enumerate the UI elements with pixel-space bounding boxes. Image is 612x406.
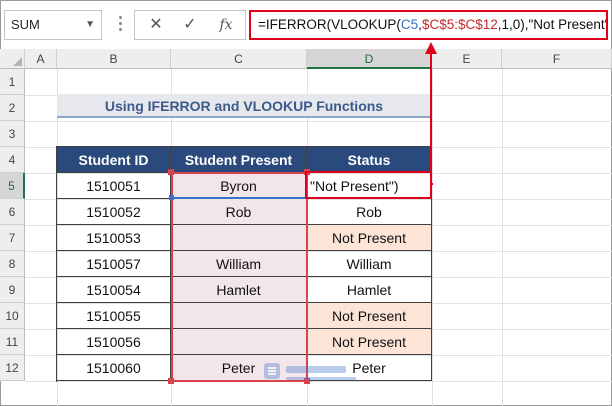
row-header-12[interactable]: 12 (0, 355, 25, 381)
table-cell-status[interactable]: William (307, 251, 432, 277)
range-handle[interactable] (168, 378, 174, 384)
table-header-student-present: Student Present (171, 147, 307, 173)
arrow-head-icon (425, 42, 437, 54)
active-cell-highlight (305, 171, 432, 199)
column-header-e[interactable]: E (432, 49, 502, 69)
column-header-c[interactable]: C (171, 49, 307, 69)
row-header-6[interactable]: 6 (0, 199, 25, 225)
name-box-value: SUM (11, 17, 40, 32)
table-cell-status[interactable]: Rob (307, 199, 432, 225)
row-header-9[interactable]: 9 (0, 277, 25, 303)
table-cell-status[interactable]: Not Present (307, 225, 432, 251)
table-cell-id[interactable]: 1510053 (57, 225, 171, 251)
formula-ref-cell: C5 (400, 17, 419, 32)
formula-prefix: =IFERROR(VLOOKUP( (258, 17, 401, 32)
table-cell-id[interactable]: 1510055 (57, 303, 171, 329)
row-header-10[interactable]: 10 (0, 303, 25, 329)
formula-input[interactable]: =IFERROR(VLOOKUP(C5,$C$5:$C$12,1,0),"Not… (249, 10, 608, 40)
column-header-d[interactable]: D (307, 49, 432, 69)
column-header-b[interactable]: B (57, 49, 171, 69)
table-cell-status[interactable]: Hamlet (307, 277, 432, 303)
formula-ref-range: $C$5:$C$12 (421, 17, 498, 32)
cancel-icon[interactable]: ✕ (141, 11, 171, 39)
exceldemy-logo-icon (264, 363, 356, 380)
column-header-a[interactable]: A (25, 49, 57, 69)
row-header-4[interactable]: 4 (0, 147, 25, 173)
select-all-corner[interactable] (0, 49, 25, 69)
connector-line (432, 183, 433, 185)
gridline (25, 121, 612, 122)
table-header-status: Status (307, 147, 432, 173)
cell-reference-highlight (172, 197, 306, 199)
table-cell-id[interactable]: 1510054 (57, 277, 171, 303)
chevron-down-icon[interactable]: ▼ (85, 11, 95, 39)
watermark-logo (262, 358, 382, 388)
row-header-3[interactable]: 3 (0, 121, 25, 147)
row-header-11[interactable]: 11 (0, 329, 25, 355)
connector-line (430, 54, 432, 185)
reference-handle[interactable] (169, 195, 174, 200)
table-cell-id[interactable]: 1510052 (57, 199, 171, 225)
insert-function-icon[interactable]: fx (211, 11, 241, 39)
table-cell-id[interactable]: 1510056 (57, 329, 171, 355)
row-header-8[interactable]: 8 (0, 251, 25, 277)
row-header-2[interactable]: 2 (0, 95, 25, 121)
table-cell-id[interactable]: 1510060 (57, 355, 171, 381)
name-box[interactable]: SUM ▼ (4, 10, 102, 40)
table-cell-id[interactable]: 1510057 (57, 251, 171, 277)
range-handle[interactable] (168, 169, 174, 175)
formula-buttons: ✕ ✓ fx (134, 10, 246, 40)
sheet-title: Using IFERROR and VLOOKUP Functions (57, 94, 431, 118)
enter-icon[interactable]: ✓ (175, 11, 205, 39)
table-header-student-id: Student ID (57, 147, 171, 173)
table-cell-status[interactable]: Not Present (307, 329, 432, 355)
table-cell-id[interactable]: 1510051 (57, 173, 171, 199)
column-header-f[interactable]: F (502, 49, 612, 69)
row-header-5[interactable]: 5 (0, 173, 25, 199)
row-header-7[interactable]: 7 (0, 225, 25, 251)
lookup-range-highlight (171, 172, 308, 382)
formula-bar-splitter-icon[interactable] (117, 14, 123, 36)
table-cell-status[interactable]: Not Present (307, 303, 432, 329)
row-header-1[interactable]: 1 (0, 69, 25, 95)
formula-suffix: ,1,0),"Not Present") (497, 17, 608, 32)
